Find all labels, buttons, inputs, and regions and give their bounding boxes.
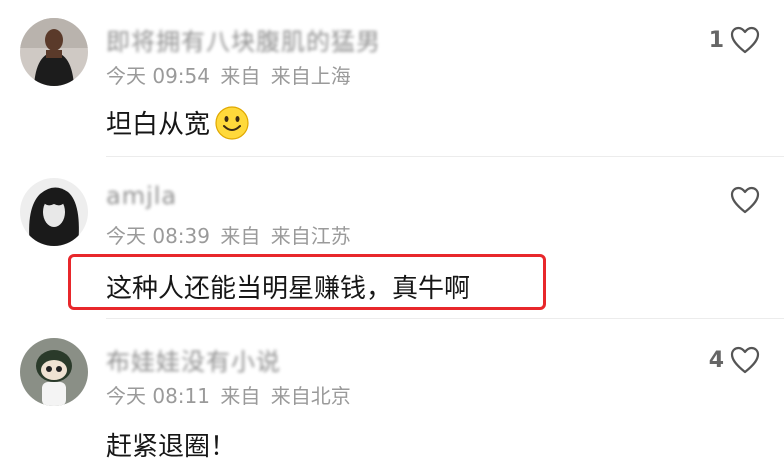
comment-body: 坦白从宽 — [106, 110, 211, 140]
comment-item: 即将拥有八块腹肌的猛男 今天 09:54 来自 来自上海 坦白从宽 1 — [0, 0, 784, 160]
comment-date: 今天 08:39 — [106, 224, 210, 248]
comment-location: 来自上海 — [270, 64, 351, 88]
comment-text: 赶紧退圈！ — [106, 426, 236, 463]
divider — [106, 318, 784, 319]
comment-meta: 今天 08:11 来自 来自北京 — [106, 380, 355, 409]
comment-source: 来自 — [220, 64, 261, 88]
smiley-emoji-icon — [215, 105, 249, 140]
comment-item: 布娃娃没有小说 今天 08:11 来自 来自北京 赶紧退圈！ 4 — [0, 320, 784, 476]
username[interactable]: 布娃娃没有小说 — [106, 342, 281, 377]
comment-meta: 今天 08:39 来自 来自江苏 — [106, 220, 355, 249]
like-button[interactable] — [724, 186, 760, 214]
comment-location: 来自江苏 — [270, 224, 351, 248]
comment-location: 来自北京 — [270, 384, 351, 408]
comment-date: 今天 08:11 — [106, 384, 210, 408]
like-count: 1 — [708, 27, 724, 53]
highlight-box — [68, 254, 546, 310]
heart-icon — [730, 186, 760, 214]
comment-meta: 今天 09:54 来自 来自上海 — [106, 60, 355, 89]
username[interactable]: amjla — [106, 182, 177, 210]
avatar[interactable] — [20, 338, 88, 406]
comment-date: 今天 09:54 — [106, 64, 210, 88]
heart-icon — [730, 346, 760, 374]
divider — [106, 156, 784, 157]
avatar[interactable] — [20, 18, 88, 86]
comment-text: 坦白从宽 — [106, 104, 250, 141]
like-button[interactable]: 4 — [709, 346, 760, 374]
username[interactable]: 即将拥有八块腹肌的猛男 — [106, 22, 381, 57]
like-count: 4 — [708, 347, 724, 373]
heart-icon — [730, 26, 760, 54]
like-button[interactable]: 1 — [709, 26, 760, 54]
comment-body: 赶紧退圈！ — [106, 432, 237, 462]
avatar[interactable] — [20, 178, 88, 246]
comment-source: 来自 — [220, 224, 261, 248]
comment-source: 来自 — [220, 384, 261, 408]
